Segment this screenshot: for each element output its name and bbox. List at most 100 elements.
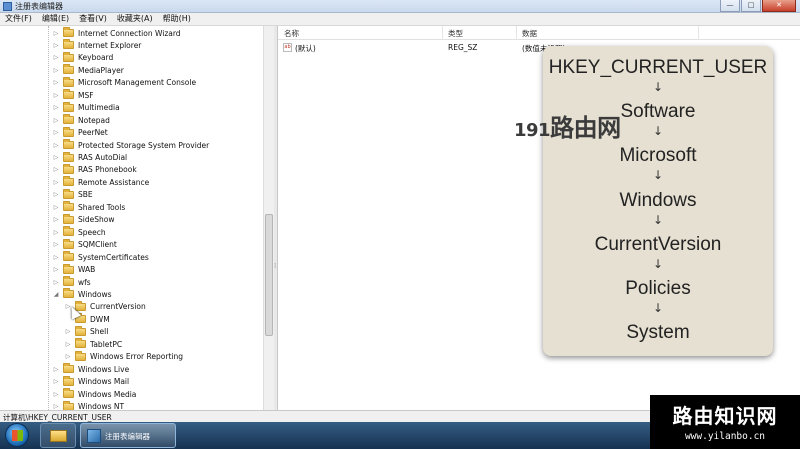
expand-arrow-icon[interactable]: ▷	[52, 79, 60, 86]
expand-arrow-icon[interactable]: ▷	[52, 378, 60, 385]
expand-arrow-icon[interactable]: ▷	[52, 166, 60, 173]
expand-arrow-icon[interactable]: ▷	[52, 391, 60, 398]
menu-view[interactable]: 查看(V)	[74, 13, 112, 25]
folder-icon	[63, 251, 74, 262]
regedit-app-icon	[3, 2, 12, 11]
expand-arrow-icon[interactable]: ▷	[52, 154, 60, 161]
tree-item[interactable]: ▷ PeerNet	[52, 126, 108, 139]
folder-icon	[63, 276, 74, 286]
expand-arrow-icon[interactable]: ▷	[52, 179, 60, 186]
tree-item[interactable]: ▷ Windows Live	[52, 363, 129, 375]
tree-item[interactable]: ▷ MediaPlayer	[52, 64, 124, 76]
path-segment: CurrentVersion	[594, 233, 722, 255]
folder-icon	[50, 430, 67, 442]
watermark-number: 191	[514, 120, 551, 141]
column-header-type[interactable]: 类型	[448, 28, 463, 39]
menu-favorites[interactable]: 收藏夹(A)	[112, 13, 158, 25]
tree-item[interactable]: ▷ SystemCertificates	[52, 251, 149, 263]
tree-item[interactable]: ▷ Protected Storage System Provider	[52, 139, 209, 151]
tree-item[interactable]: ▷ Shared Tools	[52, 201, 125, 213]
tree-item[interactable]: ▷ Notepad	[52, 114, 110, 126]
path-segment: Windows	[619, 189, 697, 211]
registry-key-tree[interactable]: ▷ Internet Connection Wizard ▷ Internet Exp…	[0, 26, 263, 410]
folder-icon	[63, 375, 74, 386]
taskbar-regedit-button[interactable]: 注册表编辑器	[80, 423, 176, 448]
tree-item[interactable]: ▷ WAB	[52, 263, 96, 276]
down-arrow-icon: ↓	[652, 168, 664, 183]
expand-arrow-icon[interactable]: ▷	[52, 67, 60, 74]
minimize-button[interactable]: —	[720, 0, 740, 12]
expand-arrow-icon[interactable]: ▷	[52, 117, 60, 124]
tree-item[interactable]: ▷ Keyboard	[52, 51, 113, 64]
menu-help[interactable]: 帮助(H)	[158, 13, 196, 25]
expand-arrow-icon[interactable]: ▷	[52, 266, 60, 273]
expand-arrow-icon[interactable]: ▷	[52, 42, 60, 49]
regedit-icon	[87, 429, 101, 443]
tree-item[interactable]: ▷ wfs	[52, 276, 91, 288]
expand-arrow-icon[interactable]: ▷	[52, 129, 60, 136]
tree-item[interactable]: ▷ Internet Connection Wizard	[52, 27, 181, 39]
expand-arrow-icon[interactable]: ▷	[52, 241, 60, 248]
brand-watermark: 路由知识网 www.yilanbo.cn	[650, 395, 800, 449]
expand-arrow-icon[interactable]: ▷	[52, 104, 60, 111]
tree-item[interactable]: ▷ Speech	[52, 226, 106, 238]
tree-item-label: WAB	[78, 265, 96, 275]
tree-item[interactable]: ▷ Windows NT	[52, 400, 124, 410]
expand-arrow-icon[interactable]: ▷	[52, 191, 60, 198]
expand-arrow-icon[interactable]: ▷	[64, 353, 72, 360]
tree-item[interactable]: ▷ TabletPC	[64, 338, 122, 350]
tree-item-label: SBE	[78, 190, 93, 200]
expand-arrow-icon[interactable]: ▷	[52, 279, 60, 286]
expand-arrow-icon[interactable]: ▷	[52, 403, 60, 410]
tree-item[interactable]: ▷ SQMClient	[52, 238, 117, 251]
expand-arrow-icon[interactable]: ▷	[52, 142, 60, 149]
tree-item[interactable]: ▷ Remote Assistance	[52, 176, 149, 188]
expand-arrow-icon[interactable]: ▷	[52, 216, 60, 223]
folder-icon	[63, 201, 74, 212]
tree-item[interactable]: ▷ RAS AutoDial	[52, 151, 127, 164]
folder-icon	[63, 39, 74, 50]
close-button[interactable]: ✕	[762, 0, 796, 12]
column-divider[interactable]	[698, 26, 699, 40]
menu-file[interactable]: 文件(F)	[0, 13, 37, 25]
expand-arrow-icon[interactable]: ▷	[52, 92, 60, 99]
tree-item[interactable]: ▷ Multimedia	[52, 101, 120, 114]
tree-item[interactable]: ▷ Windows Media	[52, 388, 136, 400]
folder-icon	[63, 176, 74, 187]
folder-icon	[63, 163, 74, 174]
expand-arrow-icon[interactable]: ▷	[52, 30, 60, 37]
tree-item[interactable]: ◢ Windows	[52, 288, 111, 300]
tree-item[interactable]: ▷ MSF	[52, 89, 94, 101]
expand-arrow-icon[interactable]: ▷	[52, 366, 60, 373]
tree-item[interactable]: ▷ SBE	[52, 188, 93, 201]
expand-arrow-icon[interactable]: ▷	[64, 328, 72, 335]
expand-arrow-icon[interactable]: ▷	[64, 341, 72, 348]
tree-item-label: DWM	[90, 314, 110, 324]
taskbar-explorer-button[interactable]	[40, 423, 76, 448]
expand-arrow-icon[interactable]: ▷	[52, 254, 60, 261]
tree-item[interactable]: ▷ Windows Mail	[52, 375, 129, 388]
menu-edit[interactable]: 编辑(E)	[37, 13, 74, 25]
start-button[interactable]	[5, 423, 29, 447]
maximize-button[interactable]: □	[741, 0, 761, 12]
tree-item[interactable]: ▷ Shell	[64, 325, 108, 338]
folder-icon	[63, 89, 74, 100]
folder-icon	[63, 114, 74, 125]
column-header-data[interactable]: 数据	[522, 28, 537, 39]
tree-scrollbar-thumb[interactable]	[265, 214, 273, 336]
collapse-arrow-icon[interactable]: ◢	[52, 291, 60, 298]
column-header-name[interactable]: 名称	[284, 28, 299, 39]
column-divider[interactable]	[442, 26, 443, 40]
tree-item-label: Windows Media	[78, 389, 137, 399]
column-divider[interactable]	[516, 26, 517, 40]
expand-arrow-icon[interactable]: ▷	[52, 54, 60, 61]
tree-item[interactable]: ▷ Windows Error Reporting	[64, 350, 183, 363]
tree-scrollbar[interactable]	[263, 26, 274, 410]
tree-item-label: CurrentVersion	[90, 302, 146, 312]
tree-item[interactable]: ▷ SideShow	[52, 213, 114, 226]
tree-item[interactable]: ▷ Microsoft Management Console	[52, 76, 196, 89]
tree-item[interactable]: ▷ Internet Explorer	[52, 39, 141, 51]
expand-arrow-icon[interactable]: ▷	[52, 229, 60, 236]
tree-item[interactable]: ▷ RAS Phonebook	[52, 163, 137, 176]
expand-arrow-icon[interactable]: ▷	[52, 204, 60, 211]
